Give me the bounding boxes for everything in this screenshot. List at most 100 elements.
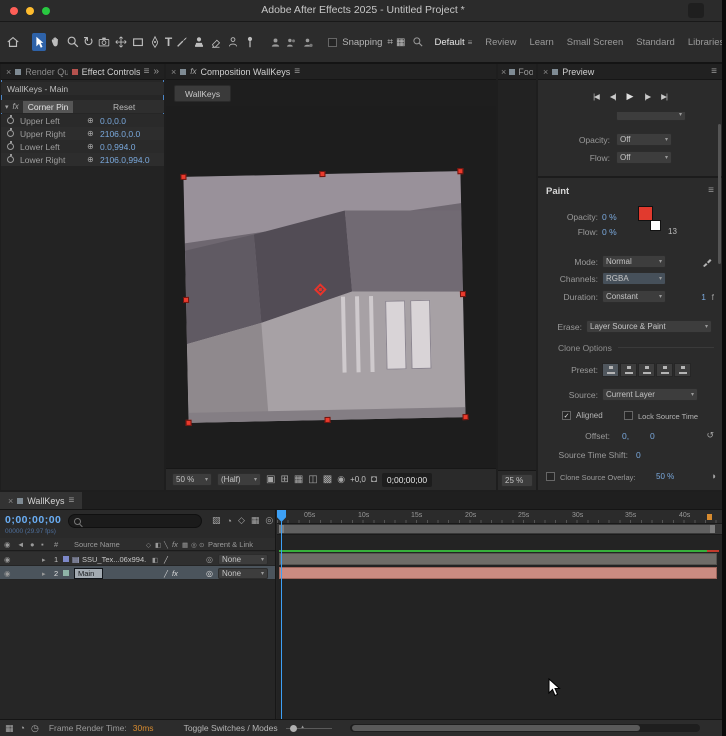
aligned-checkbox[interactable]: ✓ xyxy=(562,411,571,420)
eraser-tool[interactable] xyxy=(209,33,223,51)
grid-guides-icon[interactable]: ⊞ xyxy=(280,474,288,485)
snapping-options-icon[interactable]: ⌗ xyxy=(387,33,393,51)
mask-visibility-icon[interactable]: ▦ xyxy=(294,474,303,485)
panel-menu-icon[interactable]: ≡ xyxy=(711,66,717,77)
quality-switch[interactable]: ╱ xyxy=(164,567,168,580)
preview-scrollbar[interactable] xyxy=(718,124,721,264)
previous-frame-button[interactable]: ◀| xyxy=(610,92,617,101)
timeline-timecode[interactable]: 0;00;00;00 xyxy=(5,514,61,526)
source-dropdown[interactable]: Current Layer ▾ xyxy=(602,388,698,401)
camera-tool[interactable] xyxy=(97,33,111,51)
channels-dropdown[interactable]: RGBA ▾ xyxy=(602,272,666,285)
timeline-tab[interactable]: × WallKeys ≡ xyxy=(0,492,83,509)
clone-preset-button-5[interactable] xyxy=(674,363,691,377)
offset-reset-icon[interactable]: ↺ xyxy=(706,430,714,441)
opacity-dropdown[interactable]: Off ▾ xyxy=(616,133,672,146)
layer-row-1[interactable]: ◉ ▸ 1 ▤ SSU_Tex...06x994.png ◧ ╱ ◎ None▾ xyxy=(0,552,275,566)
effect-name[interactable]: Corner Pin xyxy=(22,100,74,113)
threed-switch-icon[interactable]: ⊙ xyxy=(199,538,204,551)
hand-tool[interactable] xyxy=(49,33,63,51)
layer-name[interactable]: SSU_Tex...06x994.png xyxy=(82,553,146,566)
workspace-tab-libraries[interactable]: Libraries xyxy=(688,37,724,48)
work-area-bar[interactable] xyxy=(279,525,715,533)
region-of-interest-icon[interactable]: ◫ xyxy=(308,474,317,485)
motion-blur-icon[interactable]: ◎ xyxy=(265,515,273,526)
close-panel-icon[interactable]: × xyxy=(501,67,506,77)
resolution-dropdown[interactable]: (Half) ▾ xyxy=(217,473,261,486)
shape-tool[interactable] xyxy=(131,33,145,51)
workspace-menu-icon[interactable]: ≡ xyxy=(468,38,473,47)
panel-menu-icon[interactable]: ≡ xyxy=(144,66,150,77)
timer-icon[interactable]: ◷ xyxy=(31,723,39,734)
shy-switch-icon[interactable]: ◇ xyxy=(146,538,151,551)
home-icon[interactable] xyxy=(6,33,20,51)
quality-switch-icon[interactable]: ╲ xyxy=(164,538,168,551)
play-button[interactable]: ▶ xyxy=(627,91,634,102)
lock-column-icon[interactable]: ▪ xyxy=(41,538,44,551)
quality-switch[interactable]: ╱ xyxy=(164,553,168,566)
timeline-graph-area[interactable]: 0s 05s 10s 15s 20s 25s 30s 35s 40s xyxy=(277,510,722,719)
workspace-tab-learn[interactable]: Learn xyxy=(529,37,553,48)
selection-tool[interactable] xyxy=(32,33,46,51)
layer-label-chip[interactable] xyxy=(63,556,69,562)
hide-shy-icon[interactable]: ◇ xyxy=(238,515,245,526)
clone-overlay-checkbox[interactable] xyxy=(546,472,555,481)
layer-visibility-icon[interactable]: ◉ xyxy=(4,567,11,580)
timeline-zoom-handle[interactable] xyxy=(290,725,297,732)
project-flowchart-icon[interactable]: ▦ xyxy=(5,723,14,734)
clone-stamp-tool[interactable] xyxy=(192,33,206,51)
paint-section-header[interactable]: Paint ≡ xyxy=(538,184,722,199)
param-value[interactable]: 2106.0,994.0 xyxy=(100,155,150,165)
stopwatch-icon[interactable] xyxy=(7,128,14,137)
type-tool[interactable]: T xyxy=(165,33,172,51)
lock-source-time-checkbox[interactable] xyxy=(624,411,633,420)
close-panel-icon[interactable]: × xyxy=(543,67,548,77)
workspace-tab-small-screen[interactable]: Small Screen xyxy=(567,37,624,48)
close-panel-icon[interactable]: × xyxy=(8,496,13,506)
edge-handle-top[interactable] xyxy=(318,170,325,178)
edge-handle-right[interactable] xyxy=(459,291,467,298)
crosshair-icon[interactable]: ⊕ xyxy=(87,129,94,138)
work-area-end-handle[interactable] xyxy=(710,525,715,533)
eyedropper-icon[interactable] xyxy=(702,257,712,270)
edge-handle-left[interactable] xyxy=(182,296,190,303)
snapshot-camera-icon[interactable]: ◘ xyxy=(371,474,377,485)
time-ruler[interactable]: 0s 05s 10s 15s 20s 25s 30s 35s 40s xyxy=(277,510,722,524)
workspace-tab-default[interactable]: Default xyxy=(435,37,465,48)
time-shift-value[interactable]: 0 xyxy=(636,450,641,460)
duration-dropdown[interactable]: Constant ▾ xyxy=(602,290,666,303)
toggle-switches-modes-button[interactable]: Toggle Switches / Modes xyxy=(184,723,278,733)
close-panel-icon[interactable]: × xyxy=(6,67,11,77)
close-panel-icon[interactable]: × xyxy=(171,67,176,77)
parent-dropdown[interactable]: None ▾ xyxy=(218,553,268,565)
pen-tool[interactable] xyxy=(148,33,162,51)
crosshair-icon[interactable]: ⊕ xyxy=(87,155,94,164)
clone-preset-button-3[interactable] xyxy=(638,363,655,377)
offset-x-value[interactable]: 0, xyxy=(622,431,629,441)
workspace-tab-standard[interactable]: Standard xyxy=(636,37,675,48)
collab-people-icon-2[interactable] xyxy=(285,33,298,51)
paint-flow-value[interactable]: 0 % xyxy=(602,227,617,237)
offset-y-value[interactable]: 0 xyxy=(650,431,655,441)
paint-opacity-value[interactable]: 0 % xyxy=(602,212,617,222)
clone-preset-button-2[interactable] xyxy=(620,363,637,377)
param-value[interactable]: 2106.0,0.0 xyxy=(100,129,140,139)
next-frame-button[interactable]: |▶ xyxy=(644,92,651,101)
layer-bar-2[interactable] xyxy=(279,567,717,579)
collab-people-icon-1[interactable] xyxy=(269,33,282,51)
duration-frames-value[interactable]: 1 xyxy=(701,292,706,302)
titlebar-widget[interactable] xyxy=(688,3,704,18)
mode-dropdown[interactable]: Normal ▾ xyxy=(602,255,666,268)
effects-switch[interactable]: fx xyxy=(172,567,178,580)
corner-handle-top-right[interactable] xyxy=(457,168,464,175)
parent-pickwhip-icon[interactable]: ◎ xyxy=(206,567,213,580)
foreground-color-swatch[interactable] xyxy=(638,206,653,221)
corner-handle-top-left[interactable] xyxy=(180,173,187,180)
parent-link-column[interactable]: Parent & Link xyxy=(208,538,253,551)
param-value[interactable]: 0.0,0.0 xyxy=(100,116,126,126)
corner-handle-bottom-left[interactable] xyxy=(185,419,192,426)
tab-preview[interactable]: Preview xyxy=(562,67,594,77)
workspace-search-icon[interactable] xyxy=(412,33,424,51)
panel-menu-icon[interactable]: ≡ xyxy=(68,495,74,506)
layer-visibility-icon[interactable]: ◉ xyxy=(4,553,11,566)
